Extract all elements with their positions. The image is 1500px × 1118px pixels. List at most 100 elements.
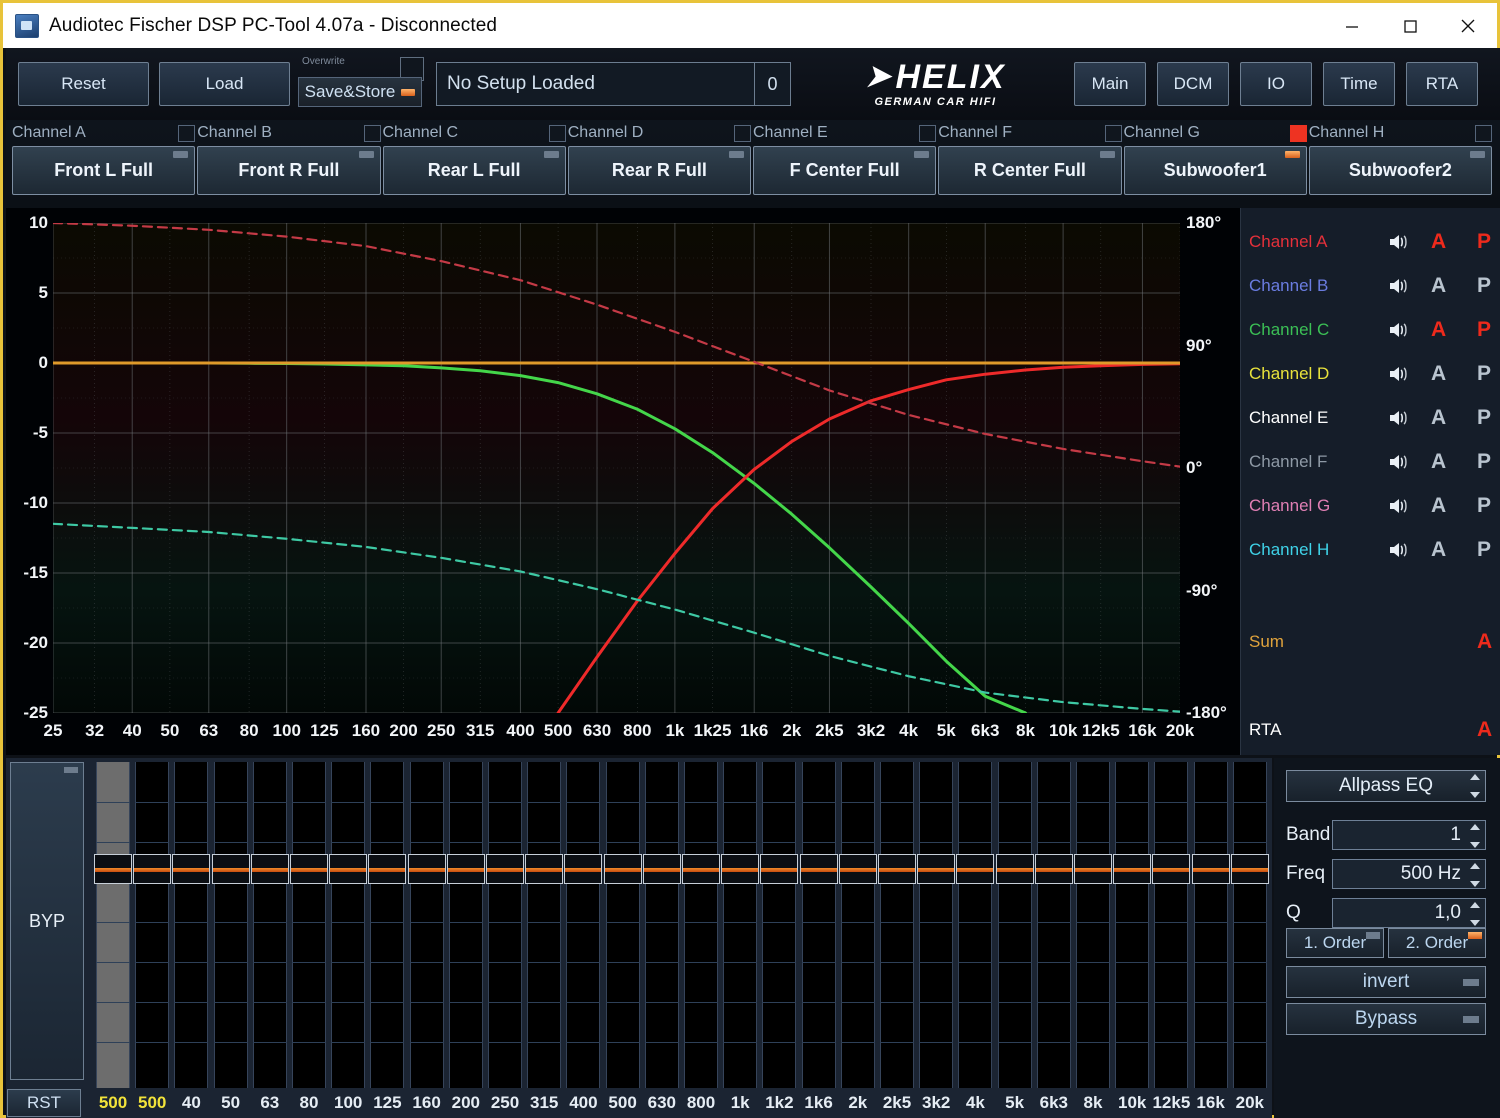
channel-list-row[interactable]: Channel B A P [1241,264,1500,308]
reset-button[interactable]: Reset [18,62,149,106]
load-button[interactable]: Load [159,62,290,106]
channel-name-button[interactable]: F Center Full [753,146,937,195]
speaker-icon[interactable] [1387,276,1413,296]
eq-band-spinner-icon[interactable] [1468,824,1482,848]
eq-slider-track[interactable] [370,762,405,1088]
eq-slider-track[interactable] [566,762,601,1088]
channel-tab-g[interactable]: Channel G Subwoofer1 [1123,120,1307,195]
channel-list-row[interactable]: Channel C A P [1241,308,1500,352]
eq-slider-thumb[interactable] [446,854,485,884]
eq-band-slider[interactable] [878,762,916,1088]
eq-slider-thumb[interactable] [211,854,250,884]
eq-slider-thumb[interactable] [1152,854,1191,884]
eq-q-input[interactable]: 1,0 [1332,898,1486,928]
eq-bypass-button[interactable]: Bypass [1286,1003,1486,1035]
eq-band-slider[interactable] [1191,762,1230,1088]
channel-enable-checkbox[interactable] [919,124,937,142]
eq-band-slider[interactable] [1034,762,1073,1088]
eq-slider-thumb[interactable] [368,854,407,884]
channel-phase-toggle[interactable]: P [1477,362,1491,386]
minimize-icon[interactable] [1323,3,1381,48]
eq-band-slider[interactable] [1074,762,1112,1088]
channel-list-row[interactable]: Channel A A P [1241,220,1500,264]
channel-enable-checkbox[interactable] [1104,124,1122,142]
eq-band-slider[interactable] [525,762,564,1088]
speaker-icon[interactable] [1387,540,1413,560]
eq-slider-track[interactable] [1076,762,1110,1088]
eq-band-slider[interactable] [407,762,446,1088]
eq-type-select[interactable]: Allpass EQ [1286,770,1486,802]
maximize-icon[interactable] [1381,3,1439,48]
tab-time[interactable]: Time [1323,62,1395,106]
eq-slider-thumb[interactable] [564,854,603,884]
speaker-icon[interactable] [1387,408,1413,428]
channel-phase-toggle[interactable]: P [1477,274,1491,298]
channel-phase-toggle[interactable]: P [1477,450,1491,474]
eq-slider-thumb[interactable] [1191,854,1230,884]
eq-slider-thumb[interactable] [486,854,524,884]
channel-enable-checkbox[interactable] [734,124,751,142]
eq-slider-thumb[interactable] [250,854,289,884]
eq-slider-thumb[interactable] [642,854,681,884]
eq-band-slider[interactable] [799,762,838,1088]
eq-slider-track[interactable] [527,762,562,1088]
eq-slider-track[interactable] [801,762,836,1088]
eq-slider-track[interactable] [213,762,248,1088]
eq-slider-thumb[interactable] [172,854,211,884]
channel-name-button[interactable]: Front R Full [197,146,381,195]
channel-tab-h[interactable]: Channel H Subwoofer2 [1308,120,1492,195]
eq-slider-thumb[interactable] [1113,854,1152,884]
channel-auto-toggle[interactable]: A [1431,362,1446,386]
eq-slider-track[interactable] [880,762,914,1088]
speaker-icon[interactable] [1387,364,1413,384]
eq-slider-track[interactable] [958,762,993,1088]
channel-enable-checkbox[interactable] [363,124,381,142]
eq-reset-button[interactable]: RST [7,1089,81,1117]
eq-band-slider[interactable] [603,762,642,1088]
channel-tab-a[interactable]: Channel A Front L Full [12,120,196,195]
channel-auto-toggle[interactable]: A [1431,494,1446,518]
eq-slider-track[interactable] [331,762,366,1088]
eq-slider-track[interactable] [684,762,718,1088]
channel-name-button[interactable]: Subwoofer1 [1123,146,1307,195]
channel-phase-toggle[interactable]: P [1477,538,1491,562]
eq-slider-track[interactable] [96,762,130,1088]
rta-auto-toggle[interactable]: A [1477,718,1492,742]
eq-slider-track[interactable] [644,762,679,1088]
eq-band-slider[interactable] [1152,762,1191,1088]
frequency-response-chart[interactable]: 10 5 0 -5 -10 -15 -20 -25 180° 90° 0° -90° -180° 25… [6,208,1240,755]
eq-slider-track[interactable] [1232,762,1267,1088]
chart-plot-area[interactable] [53,223,1180,713]
eq-slider-thumb[interactable] [1230,854,1269,884]
channel-phase-toggle[interactable]: P [1477,318,1491,342]
eq-slider-track[interactable] [409,762,444,1088]
eq-band-slider[interactable] [250,762,289,1088]
eq-slider-thumb[interactable] [995,854,1034,884]
save-store-button[interactable]: Save&Store [298,77,422,107]
tab-io[interactable]: IO [1240,62,1312,106]
eq-bypass-column-button[interactable]: BYP [10,762,84,1080]
eq-slider-track[interactable] [840,762,875,1088]
eq-slider-thumb[interactable] [133,854,172,884]
eq-band-slider[interactable] [682,762,720,1088]
eq-slider-track[interactable] [1154,762,1189,1088]
eq-band-slider[interactable] [94,762,132,1088]
channel-auto-toggle[interactable]: A [1431,538,1446,562]
eq-slider-track[interactable] [488,762,522,1088]
channel-phase-toggle[interactable]: P [1477,406,1491,430]
eq-band-slider[interactable] [721,762,760,1088]
eq-slider-thumb[interactable] [838,854,877,884]
eq-slider-thumb[interactable] [1074,854,1112,884]
close-icon[interactable] [1439,3,1497,48]
eq-band-slider[interactable] [1230,762,1269,1088]
eq-slider-track[interactable] [723,762,758,1088]
eq-band-slider[interactable] [446,762,485,1088]
channel-name-button[interactable]: Front L Full [12,146,196,195]
eq-slider-thumb[interactable] [603,854,642,884]
eq-band-slider[interactable] [329,762,368,1088]
channel-enable-checkbox[interactable] [178,124,196,142]
channel-tab-e[interactable]: Channel E F Center Full [753,120,937,195]
eq-freq-spinner-icon[interactable] [1468,863,1482,887]
eq-slider-thumb[interactable] [760,854,799,884]
eq-slider-thumb[interactable] [407,854,446,884]
